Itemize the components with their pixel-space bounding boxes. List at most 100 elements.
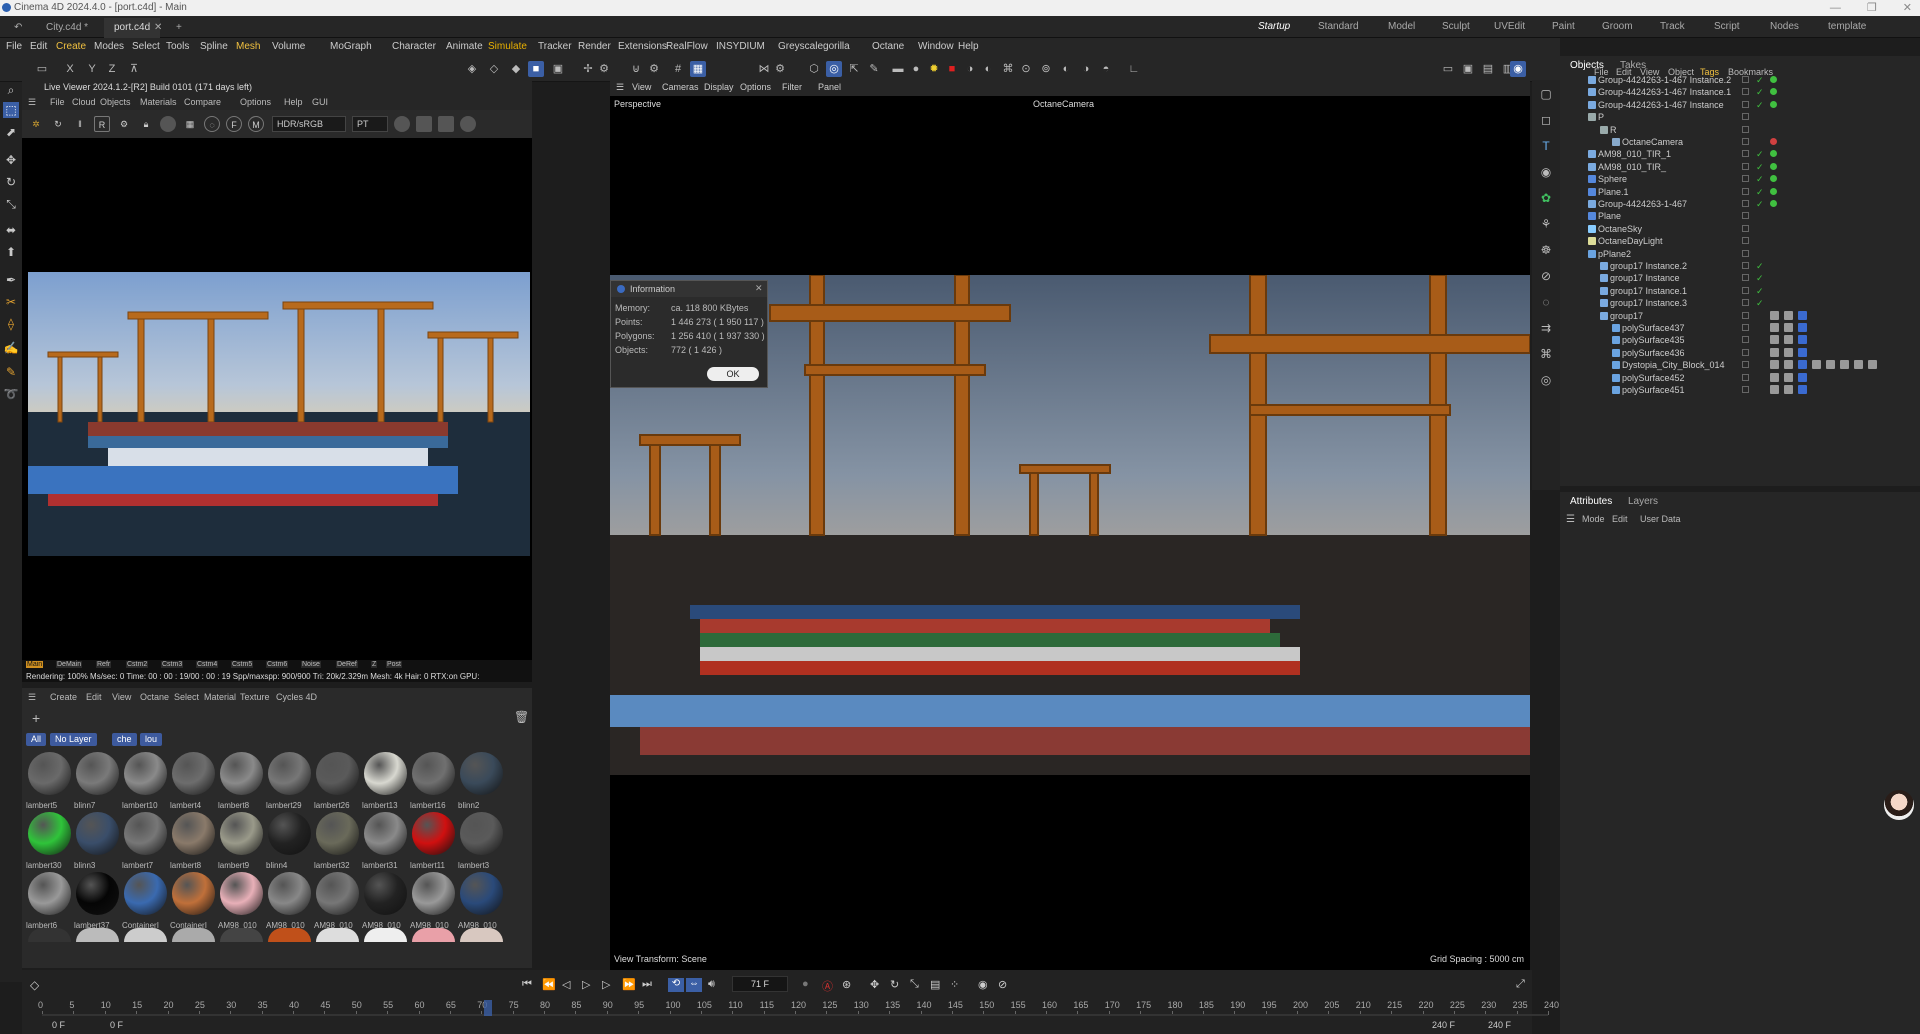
object-row[interactable]: Group-4424263-1-467 Instance.2 ✓ [1560,74,1920,86]
rotate-tool-icon[interactable]: ↻ [3,174,19,190]
visibility-toggle[interactable] [1742,138,1749,145]
restart-render-icon[interactable]: ↻ [50,116,66,132]
menu-simulate[interactable]: Simulate [488,38,527,56]
enabled-check-icon[interactable]: ✓ [1756,285,1764,297]
material-swatch[interactable]: ContainerI [170,870,217,930]
sound-icon[interactable]: 🔊︎ [708,978,715,991]
material-swatch[interactable]: lambert26 [314,750,361,810]
vp-menu-view[interactable]: View [632,82,651,92]
texture-tag-icon[interactable] [1784,335,1793,345]
visibility-toggle[interactable] [1742,150,1749,158]
lv-menu-help[interactable]: Help [284,95,303,110]
enabled-check-icon[interactable]: ✓ [1756,99,1764,111]
film-icon[interactable]: F [226,116,242,132]
visibility-toggle[interactable] [1742,237,1749,245]
live-selection-icon[interactable]: ⬈ [3,124,19,140]
lv-save-icon[interactable] [416,116,432,132]
object-row[interactable]: AM98_010_TIR_ ✓ [1560,161,1920,173]
layout-tab-template[interactable]: template [1828,16,1866,38]
material-tag-icon[interactable] [1770,200,1777,207]
material-swatch[interactable]: lambert8 [218,750,265,810]
material-swatch[interactable]: blinn3 [74,810,121,870]
material-swatch-partial[interactable] [172,928,215,942]
tab-attributes[interactable]: Attributes [1570,496,1612,507]
undo-icon[interactable]: ↶ [4,18,32,38]
visibility-toggle[interactable] [1742,361,1749,369]
object-row[interactable]: Dystopia_City_Block_014 [1560,359,1920,371]
menu-octane[interactable]: Octane [872,38,904,56]
texture-tag-icon[interactable] [1798,347,1807,357]
bridge-tool-icon[interactable]: ⟠ [3,316,19,332]
menu-help[interactable]: Help [958,38,979,56]
paint-tool-icon[interactable]: ✎ [3,364,19,380]
object-row[interactable]: polySurface435 [1560,334,1920,346]
material-swatch[interactable]: lambert16 [410,750,457,810]
layout-tab-uvedit[interactable]: UVEdit [1494,16,1525,38]
texture-mode-icon[interactable]: ▣ [550,61,566,77]
object-row[interactable]: Group-4424263-1-467 Instance.1 ✓ [1560,86,1920,98]
object-row[interactable]: Group-4424263-1-467 Instance ✓ [1560,99,1920,111]
octane-camera-icon[interactable]: ⊙ [1018,61,1034,77]
menu-mesh[interactable]: Mesh [236,38,260,56]
mat-menu-edit[interactable]: Edit [86,692,102,702]
material-swatch-partial[interactable] [268,928,311,942]
visibility-toggle[interactable] [1742,212,1749,220]
render-pause-icon[interactable]: ✲ [28,116,44,132]
select-tool-icon[interactable]: ⬚ [3,102,19,118]
filter-chip-all[interactable]: All [26,733,47,746]
object-row[interactable]: polySurface452 [1560,372,1920,384]
render-region-icon[interactable]: ⬡ [806,61,822,77]
menu-tools[interactable]: Tools [166,38,189,56]
texture-tag-icon[interactable] [1812,360,1821,370]
render-pass-tag[interactable]: Cstm4 [196,661,219,668]
prev-key-icon[interactable]: ⏪ [542,978,556,991]
visibility-toggle[interactable] [1742,348,1749,356]
record-icon[interactable]: ● [802,978,809,990]
lv-menu-icon[interactable]: ☰ [28,95,36,110]
enabled-check-icon[interactable]: ✓ [1756,260,1764,272]
model-mode-icon[interactable]: ■ [528,61,544,77]
layout-tab-sculpt[interactable]: Sculpt [1442,16,1470,38]
lv-record-icon[interactable] [394,116,410,132]
save-layout-icon[interactable]: ▤ [1480,61,1496,77]
object-row[interactable]: Plane.1 ✓ [1560,186,1920,198]
play-icon[interactable]: ▷ [582,978,590,991]
material-swatch-partial[interactable] [364,928,407,942]
menu-spline[interactable]: Spline [200,38,228,56]
goto-end-icon[interactable]: ⏭ [642,978,652,991]
texture-tag-icon[interactable] [1798,385,1807,394]
lv-menu-gui[interactable]: GUI [312,95,328,110]
material-swatch[interactable]: lambert9 [218,810,265,870]
render-pass-tag[interactable]: Z [371,661,378,668]
y-axis-lock[interactable]: Y [84,61,100,77]
visibility-toggle[interactable] [1742,76,1749,83]
sky-icon[interactable]: ● [908,61,924,77]
material-swatch[interactable]: AM98_010 [410,870,457,930]
workplane-icon[interactable]: ▦ [690,61,706,77]
material-swatch[interactable]: blinn2 [458,750,505,810]
color-space-select[interactable]: HDR/sRGB [272,116,346,132]
material-swatch-partial[interactable] [76,928,119,942]
layout-tab-track[interactable]: Track [1660,16,1685,38]
texture-tag-icon[interactable] [1798,310,1807,320]
knife-tool-icon[interactable]: ✂ [3,294,19,310]
material-tag-icon[interactable] [1770,100,1777,108]
material-swatch[interactable]: lambert6 [26,870,73,930]
grid-icon[interactable]: # [670,61,686,77]
mat-menu-create[interactable]: Create [50,692,77,702]
next-frame-icon[interactable]: ▷ [602,978,610,991]
render-pass-tag[interactable]: Cstm6 [266,661,289,668]
doc-tab-city[interactable]: City.c4d * [36,18,98,38]
enabled-check-icon[interactable]: ✓ [1756,74,1764,86]
vp-menu-cameras[interactable]: Cameras [662,82,699,92]
edge-mode-icon[interactable]: ◇ [486,61,502,77]
menu-greyscalegorilla[interactable]: Greyscalegorilla [778,38,850,56]
render-pass-tag[interactable]: Cstm5 [231,661,254,668]
layout-tab-nodes[interactable]: Nodes [1770,16,1799,38]
cube-mode-icon[interactable]: ◈ [464,61,480,77]
goto-start-icon[interactable]: ⏮ [522,978,532,991]
attr-menu-mode[interactable]: Mode [1582,514,1605,524]
material-swatch[interactable]: ContainerI [122,870,169,930]
close-window-button[interactable]: ✕ [1903,0,1912,16]
material-swatch[interactable]: lambert5 [26,750,73,810]
